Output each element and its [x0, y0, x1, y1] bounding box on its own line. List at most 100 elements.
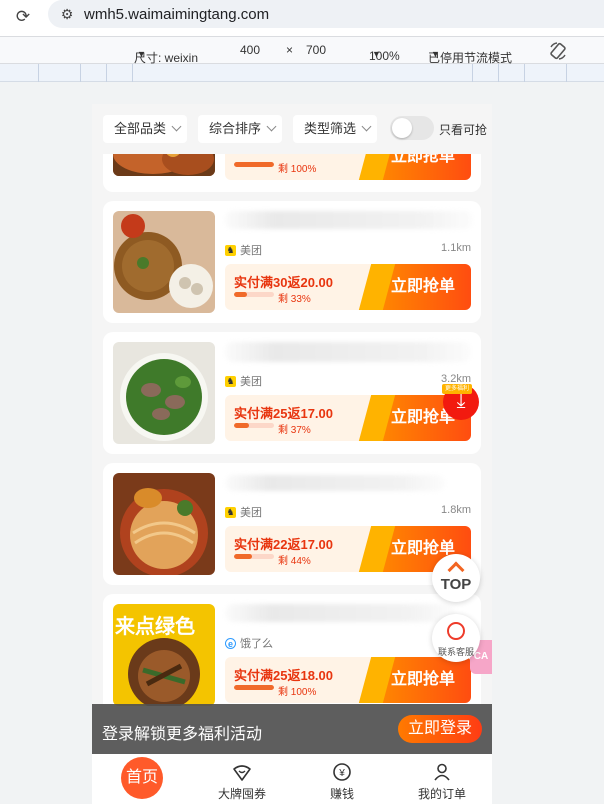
deal-box: 实付满25返17.00 剩 37% 立即抢单	[225, 395, 471, 441]
site-info-icon[interactable]: ⚙	[58, 5, 76, 23]
meituan-icon: ♞	[225, 506, 236, 518]
store-thumbnail: 来点绿色	[113, 604, 215, 706]
remaining-text: 剩 37%	[278, 425, 311, 436]
category-filter-label: 全部品类	[114, 121, 167, 136]
height-input[interactable]: 700	[306, 43, 326, 57]
remaining-text: 剩 100%	[278, 687, 317, 698]
type-filter[interactable]: 类型筛选	[293, 115, 377, 143]
customer-service-button[interactable]: 联系客服	[432, 614, 480, 662]
deal-text: 实付满22返17.00	[234, 537, 333, 552]
media-query-ruler	[0, 64, 604, 82]
remaining-progress	[234, 554, 274, 559]
remaining-progress	[234, 685, 274, 690]
nav-earn-label: 赚钱	[329, 787, 354, 801]
nav-home[interactable]: 首页	[92, 754, 192, 804]
deal-box: 实付满22返17.00 剩 44% 立即抢单	[225, 526, 471, 572]
only-available-toggle[interactable]	[390, 116, 434, 140]
type-filter-label: 类型筛选	[304, 121, 357, 136]
redacted-shop-name	[225, 475, 445, 491]
chevron-down-icon: ▼	[372, 49, 381, 59]
eleme-icon: e	[225, 637, 236, 649]
remaining-text: 剩 33%	[278, 294, 311, 305]
deal-box: 实付满30返20.00 剩 33% 立即抢单	[225, 264, 471, 310]
yuan-icon: ¥	[333, 763, 351, 781]
rotate-icon[interactable]	[548, 41, 568, 61]
nav-home-label: 首页	[121, 757, 163, 799]
grab-order-button[interactable]: 立即抢单	[375, 264, 471, 310]
user-icon	[434, 763, 450, 781]
platform-tag: e 饿了么	[225, 635, 273, 651]
chevron-down-icon	[266, 121, 277, 132]
store-card[interactable]: ♞ 美团 1.1km 实付满30返20.00 剩 33% 立即抢单	[103, 201, 481, 323]
remaining-progress	[234, 292, 274, 297]
address-bar[interactable]: ⚙ wmh5.waimaimingtang.com	[48, 0, 604, 28]
platform-label: 美团	[240, 376, 262, 388]
category-filter[interactable]: 全部品类	[103, 115, 187, 143]
svg-text:¥: ¥	[338, 768, 345, 779]
platform-label: 美团	[240, 245, 262, 257]
back-to-top-button[interactable]: TOP	[432, 554, 480, 602]
grab-order-label: 立即抢单	[390, 278, 455, 295]
store-thumbnail	[113, 342, 215, 444]
browser-toolbar: ⟳ ⚙ wmh5.waimaimingtang.com	[0, 0, 604, 36]
redacted-shop-name	[225, 342, 471, 362]
login-button[interactable]: 立即登录	[398, 715, 482, 743]
chevron-down-icon	[361, 121, 372, 132]
progress-fill	[234, 423, 249, 428]
nav-coupons-label: 大牌囤券	[217, 787, 266, 801]
download-badge: 更多福利	[442, 384, 473, 394]
nav-earn[interactable]: ¥ 赚钱	[292, 754, 392, 804]
url-text[interactable]: wmh5.waimaimingtang.com	[84, 6, 269, 23]
deal-box: 实付满25返18.00 剩 100% 立即抢单	[225, 657, 471, 703]
grab-order-label: 立即抢单	[390, 540, 455, 557]
sort-filter-label: 综合排序	[209, 121, 262, 136]
toggle-knob	[392, 118, 412, 138]
platform-tag: ♞ 美团	[225, 504, 262, 520]
store-card[interactable]: ♞ 美团 3.2km 实付满25返17.00 剩 37% 立即抢单	[103, 332, 481, 454]
store-card[interactable]: ♞ 美团 1.8km 实付满22返17.00 剩 44% 立即抢单	[103, 463, 481, 585]
width-input[interactable]: 400	[240, 43, 260, 57]
redacted-shop-name	[225, 604, 455, 622]
back-to-top-label: TOP	[440, 576, 472, 593]
grab-order-label: 立即抢单	[390, 671, 455, 688]
only-available-label: 只看可抢	[439, 123, 488, 137]
mobile-viewport: 全部品类 综合排序 类型筛选 只看可抢 剩 100% 立即抢单 ♞ 美团 1.1k…	[92, 104, 492, 804]
sort-filter[interactable]: 综合排序	[198, 115, 282, 143]
login-banner-text: 登录解锁更多福利活动	[102, 726, 263, 743]
remaining-text: 剩 44%	[278, 556, 311, 567]
deal-text: 实付满25返17.00	[234, 406, 333, 421]
remaining-text: 剩 100%	[278, 164, 317, 175]
bottom-nav: 首页 大牌囤券 ¥ 赚钱 我的订单	[92, 754, 492, 804]
chevron-down-icon: ▼	[137, 49, 146, 59]
platform-tag: ♞ 美团	[225, 373, 262, 389]
reload-icon[interactable]: ⟳	[12, 6, 34, 28]
times-sign: ×	[286, 43, 294, 57]
progress-fill	[234, 685, 274, 690]
deal-text: 实付满30返20.00	[234, 275, 333, 290]
meituan-icon: ♞	[225, 375, 236, 387]
platform-label: 饿了么	[240, 638, 273, 650]
redacted-shop-name	[225, 211, 473, 229]
chevron-down-icon: ▼	[431, 49, 440, 59]
device-toolbar: 尺寸: weixin ▼ 400 × 700 100% ▼ 已停用节流模式 ▼	[0, 36, 604, 65]
progress-fill	[234, 292, 248, 297]
progress-fill	[234, 162, 274, 167]
chevron-down-icon	[171, 121, 182, 132]
thumbnail-text: 来点绿色	[115, 616, 195, 638]
grab-order-button[interactable]: 立即抢单	[375, 657, 471, 703]
platform-tag: ♞ 美团	[225, 242, 262, 258]
login-banner: 登录解锁更多福利活动 立即登录	[92, 704, 492, 754]
remaining-progress	[234, 162, 274, 167]
platform-label: 美团	[240, 507, 262, 519]
distance: 1.1km	[441, 242, 471, 254]
distance: 1.8km	[441, 504, 471, 516]
progress-fill	[234, 554, 252, 559]
headset-icon	[447, 622, 465, 640]
store-thumbnail	[113, 473, 215, 575]
meituan-icon: ♞	[225, 244, 236, 256]
coupon-icon	[233, 765, 251, 781]
nav-orders[interactable]: 我的订单	[392, 754, 492, 804]
nav-coupons[interactable]: 大牌囤券	[192, 754, 292, 804]
customer-service-label: 联系客服	[437, 647, 474, 657]
remaining-progress	[234, 423, 274, 428]
